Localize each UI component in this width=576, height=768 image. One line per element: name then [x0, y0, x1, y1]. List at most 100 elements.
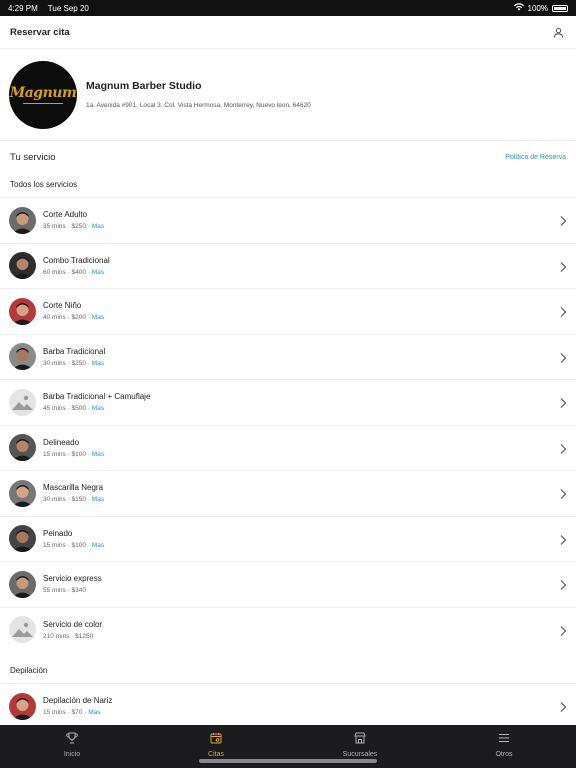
tab-inicio[interactable]: Inicio	[0, 725, 144, 768]
shop-logo: Magnum	[9, 60, 77, 129]
chevron-right-icon	[559, 624, 567, 636]
service-row[interactable]: Corte Adulto 35 mins · $250 · Mas	[0, 197, 576, 243]
service-meta: 60 mins · $400 · Mas	[43, 268, 105, 276]
more-link[interactable]: Mas	[88, 709, 100, 716]
battery-percent: 100%	[527, 3, 548, 13]
service-price: $250	[71, 359, 87, 367]
service-row[interactable]: Peinado 15 mins · $100 · Mas	[0, 515, 576, 562]
service-price: $250	[71, 223, 87, 231]
service-row[interactable]: Combo Tradicional 60 mins · $400 · Mas	[0, 242, 576, 289]
tab-label: Citas	[208, 751, 224, 758]
service-meta: 35 mins · $250 · Mas	[43, 223, 105, 231]
service-duration: 15 mins	[43, 541, 66, 549]
calendar-icon	[210, 731, 222, 749]
service-meta: 30 mins · $150 · Mas	[43, 496, 105, 504]
service-duration: 30 mins	[43, 359, 66, 367]
service-avatar	[9, 206, 36, 234]
service-avatar	[9, 297, 36, 325]
service-name: Barba Tradicional + Camuflaje	[43, 392, 151, 402]
shop-address: 1a. Avenida #901, Local 3. Col. Vista He…	[86, 102, 311, 109]
service-row[interactable]: Delineado 15 mins · $100 · Mas	[0, 424, 576, 471]
wifi-icon	[513, 3, 524, 13]
service-meta: 40 mins · $200 · Mas	[43, 314, 105, 322]
service-duration: 40 mins	[43, 314, 66, 322]
store-icon	[354, 731, 366, 749]
more-link[interactable]: Mas	[92, 451, 104, 458]
shop-name: Magnum Barber Studio	[86, 80, 202, 92]
status-date: Tue Sep 20	[47, 3, 89, 13]
service-avatar	[9, 570, 36, 598]
service-meta: 55 mins · $340	[43, 587, 87, 595]
chevron-right-icon	[559, 578, 567, 591]
more-link[interactable]: Mas	[92, 360, 104, 367]
more-link[interactable]: Mas	[92, 542, 104, 549]
service-duration: 55 mins	[43, 587, 66, 595]
service-duration: 15 mins	[43, 709, 66, 717]
service-duration: 45 mins	[43, 405, 66, 413]
more-link[interactable]: Mas	[92, 269, 104, 276]
service-avatar	[9, 252, 36, 280]
chevron-right-icon	[559, 533, 567, 545]
chevron-right-icon	[559, 396, 567, 409]
service-name: Delineado	[43, 437, 80, 447]
service-name: Corte Adulto	[43, 210, 88, 220]
more-link[interactable]: Mas	[92, 314, 104, 321]
service-price: $340	[71, 587, 87, 595]
trophy-icon	[66, 731, 78, 749]
header: Reservar cita	[0, 16, 576, 49]
service-row[interactable]: Servicio de color 210 mins · $1250	[0, 606, 576, 653]
service-avatar	[9, 692, 36, 720]
service-name: Servicio express	[43, 574, 102, 584]
service-row[interactable]: Servicio express 55 mins · $340	[0, 561, 576, 607]
more-link[interactable]: Mas	[92, 405, 104, 412]
menu-icon	[498, 731, 510, 749]
service-section-header: Tu servicio Política de Reserva	[0, 152, 576, 163]
more-link[interactable]: Mas	[92, 496, 104, 503]
user-icon[interactable]	[550, 24, 566, 40]
service-name: Combo Tradicional	[43, 255, 110, 265]
service-duration: 210 mins	[43, 632, 70, 640]
service-name: Mascarilla Negra	[43, 483, 104, 493]
service-avatar	[9, 479, 36, 507]
service-name: Servicio de color	[43, 619, 103, 629]
service-avatar	[9, 525, 36, 553]
tab-label: Otros	[495, 751, 513, 758]
service-meta: 15 mins · $100 · Mas	[43, 450, 105, 458]
service-price: $100	[71, 541, 87, 549]
service-meta: 30 mins · $250 · Mas	[43, 359, 105, 367]
service-name: Peinado	[43, 528, 73, 538]
service-price: $200	[71, 314, 87, 322]
service-row[interactable]: Corte Niño 40 mins · $200 · Mas	[0, 288, 576, 334]
service-row[interactable]: Barba Tradicional 30 mins · $250 · Mas	[0, 333, 576, 380]
chevron-right-icon	[559, 260, 567, 272]
service-price: $1250	[75, 632, 94, 640]
service-name: Corte Niño	[43, 301, 82, 311]
chevron-right-icon	[559, 487, 567, 500]
tab-label: Sucursales	[342, 751, 378, 758]
service-duration: 60 mins	[43, 268, 66, 276]
chevron-right-icon	[559, 700, 567, 713]
more-link[interactable]: Mas	[92, 223, 104, 230]
group-label-depilacion: Depilación	[10, 666, 48, 675]
service-price: $150	[71, 496, 87, 504]
service-name: Depilación de Nariz	[43, 696, 113, 706]
service-list-all: Corte Adulto 35 mins · $250 · Mas Combo Tr…	[0, 197, 576, 652]
service-meta: 15 mins · $70 · Mas	[43, 709, 101, 717]
booking-policy-link[interactable]: Política de Reserva	[505, 154, 566, 161]
service-name: Barba Tradicional	[43, 346, 106, 356]
group-label-all: Todos los servicios	[10, 180, 78, 189]
service-row[interactable]: Depilación de Nariz 15 mins · $70 · Mas	[0, 683, 576, 729]
chevron-right-icon	[559, 214, 567, 227]
image-placeholder-icon	[9, 616, 36, 644]
tab-otros[interactable]: Otros	[432, 725, 576, 768]
status-bar: 4:29 PM Tue Sep 20 100%	[0, 0, 576, 16]
page-title: Reservar cita	[10, 26, 70, 38]
service-avatar	[9, 434, 36, 462]
service-row[interactable]: Barba Tradicional + Camuflaje 45 mins · $…	[0, 379, 576, 425]
service-list-depilacion: Depilación de Nariz 15 mins · $70 · Mas	[0, 683, 576, 729]
image-placeholder-icon	[9, 388, 36, 416]
home-indicator	[199, 759, 377, 763]
service-avatar	[9, 343, 36, 371]
chevron-right-icon	[559, 351, 567, 363]
service-row[interactable]: Mascarilla Negra 30 mins · $150 · Mas	[0, 470, 576, 516]
